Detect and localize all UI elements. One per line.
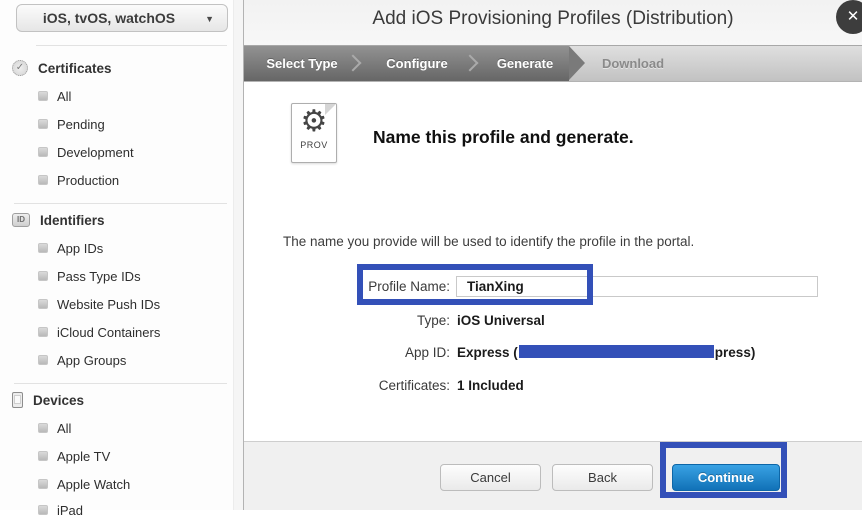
step-generate: Generate <box>473 46 577 81</box>
bullet-icon <box>38 271 48 281</box>
bullet-icon <box>38 299 48 309</box>
sidebar-item-label: App IDs <box>57 241 103 256</box>
type-value: iOS Universal <box>457 313 545 328</box>
certificates-label: Certificates: <box>244 378 450 393</box>
divider <box>14 383 227 384</box>
chevron-down-icon: ▼ <box>205 14 214 24</box>
modal-footer: Cancel Back Continue <box>244 441 862 510</box>
sidebar-item-app-groups[interactable]: App Groups <box>38 352 126 368</box>
platform-dropdown-label: iOS, tvOS, watchOS <box>43 10 175 26</box>
section-title: Devices <box>33 393 84 408</box>
sidebar-item-label: iCloud Containers <box>57 325 160 340</box>
bullet-icon <box>38 423 48 433</box>
sidebar-item-apple-tv[interactable]: Apple TV <box>38 448 110 464</box>
prov-file-label: PROV <box>292 140 336 150</box>
sidebar-section-identifiers: ID Identifiers <box>12 211 105 229</box>
annotation-redaction-bar <box>519 345 714 358</box>
sidebar-item-development[interactable]: Development <box>38 144 134 160</box>
sidebar-item-pass-type-ids[interactable]: Pass Type IDs <box>38 268 141 284</box>
modal-header: Add iOS Provisioning Profiles (Distribut… <box>244 0 862 45</box>
sidebar-item-icloud-containers[interactable]: iCloud Containers <box>38 324 160 340</box>
sidebar-item-label: Production <box>57 173 119 188</box>
sidebar-section-devices: Devices <box>12 391 84 409</box>
bullet-icon <box>38 147 48 157</box>
sidebar-item-label: All <box>57 421 71 436</box>
cancel-button[interactable]: Cancel <box>440 464 541 491</box>
profile-name-label: Profile Name: <box>244 279 450 294</box>
folded-corner-icon <box>325 104 336 115</box>
sidebar-item-label: iPad <box>57 503 83 518</box>
prov-file-icon: ⚙ PROV <box>291 103 337 163</box>
sidebar-item-apple-watch[interactable]: Apple Watch <box>38 476 130 492</box>
developer-portal-page: iOS, tvOS, watchOS ▼ ✓ Certificates All … <box>0 0 862 510</box>
section-title: Certificates <box>38 61 112 76</box>
bullet-icon <box>38 119 48 129</box>
bullet-icon <box>38 451 48 461</box>
step-heading: Name this profile and generate. <box>373 127 634 148</box>
certificate-seal-icon: ✓ <box>12 60 28 76</box>
bullet-icon <box>38 355 48 365</box>
page-title: Add iOS Provisioning Profiles (Distribut… <box>244 0 862 38</box>
sidebar-item-label: Website Push IDs <box>57 297 160 312</box>
certificates-value: 1 Included <box>457 378 524 393</box>
wizard-progress-bar: Select Type Configure Generate Download <box>244 45 862 82</box>
sidebar-item-label: App Groups <box>57 353 126 368</box>
modal-panel: Add iOS Provisioning Profiles (Distribut… <box>244 0 862 510</box>
app-id-suffix: press) <box>715 345 756 360</box>
app-id-value: Express ( press) <box>457 345 755 360</box>
sidebar-item-certificates-all[interactable]: All <box>38 88 71 104</box>
device-icon <box>12 392 23 408</box>
sidebar-item-label: Apple TV <box>57 449 110 464</box>
sidebar-item-devices-all[interactable]: All <box>38 420 71 436</box>
profile-name-input[interactable] <box>456 276 818 297</box>
bullet-icon <box>38 175 48 185</box>
close-icon[interactable]: ✕ <box>836 0 862 34</box>
section-title: Identifiers <box>40 213 105 228</box>
app-id-prefix: Express ( <box>457 345 518 360</box>
bullet-icon <box>38 505 48 515</box>
divider <box>14 203 227 204</box>
sidebar-item-label: Development <box>57 145 134 160</box>
sidebar-item-label: Apple Watch <box>57 477 130 492</box>
back-button[interactable]: Back <box>552 464 653 491</box>
sidebar-item-label: All <box>57 89 71 104</box>
bullet-icon <box>38 243 48 253</box>
bullet-icon <box>38 479 48 489</box>
bullet-icon <box>38 91 48 101</box>
id-badge-icon: ID <box>12 213 30 227</box>
platform-dropdown[interactable]: iOS, tvOS, watchOS ▼ <box>16 4 228 32</box>
description-text: The name you provide will be used to ide… <box>283 234 694 249</box>
continue-button[interactable]: Continue <box>672 464 780 491</box>
sidebar-scrollbar[interactable] <box>233 0 243 510</box>
step-select-type: Select Type <box>250 46 354 81</box>
bullet-icon <box>38 327 48 337</box>
sidebar-item-app-ids[interactable]: App IDs <box>38 240 103 256</box>
sidebar-item-ipad[interactable]: iPad <box>38 502 83 518</box>
sidebar-item-label: Pass Type IDs <box>57 269 141 284</box>
type-label: Type: <box>244 313 450 328</box>
step-download: Download <box>581 46 685 81</box>
sidebar-item-label: Pending <box>57 117 105 132</box>
sidebar-item-production[interactable]: Production <box>38 172 119 188</box>
app-id-label: App ID: <box>244 345 450 360</box>
step-configure: Configure <box>365 46 469 81</box>
divider <box>36 45 227 46</box>
sidebar-item-website-push-ids[interactable]: Website Push IDs <box>38 296 160 312</box>
sidebar: iOS, tvOS, watchOS ▼ ✓ Certificates All … <box>0 0 244 510</box>
sidebar-section-certificates: ✓ Certificates <box>12 59 112 77</box>
sidebar-item-pending[interactable]: Pending <box>38 116 105 132</box>
